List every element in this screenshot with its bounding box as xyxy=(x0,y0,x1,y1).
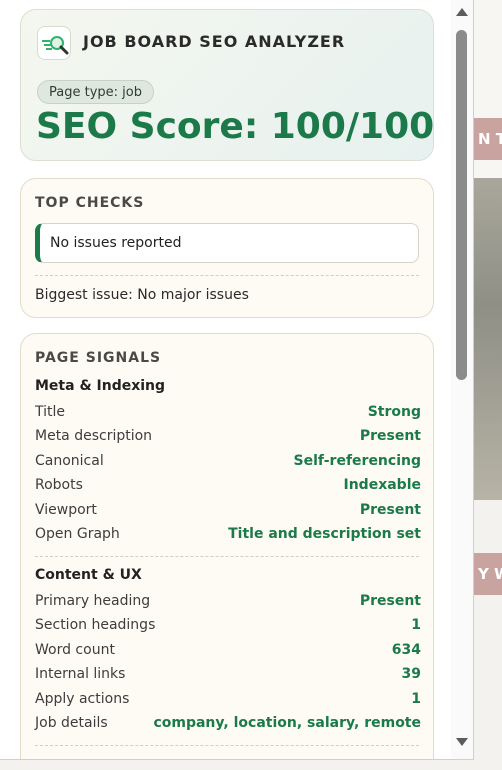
signal-value: company, location, salary, remote xyxy=(153,715,421,731)
signal-value: 634 xyxy=(391,642,421,658)
signal-label: Primary heading xyxy=(35,593,151,609)
signal-label: Title xyxy=(35,404,66,420)
page-type-badge: Page type: job xyxy=(37,80,154,104)
signal-value: Present xyxy=(359,428,421,444)
signal-row-open-graph: Open Graph Title and description set xyxy=(35,526,421,546)
signal-label: Viewport xyxy=(35,502,97,518)
signal-row-section-headings: Section headings 1 xyxy=(35,617,421,637)
top-checks-card: TOP CHECKS No issues reported Biggest is… xyxy=(20,178,434,318)
scroll-down-arrow-icon[interactable] xyxy=(456,738,468,746)
signal-value: Self-referencing xyxy=(293,453,421,469)
vertical-scrollbar[interactable] xyxy=(451,0,473,759)
divider xyxy=(35,275,419,276)
page-signals-title: PAGE SIGNALS xyxy=(35,350,162,366)
app-title: JOB BOARD SEO ANALYZER xyxy=(83,32,346,51)
popup-scroll-area[interactable]: JOB BOARD SEO ANALYZER Page type: job SE… xyxy=(0,0,450,759)
top-checks-title: TOP CHECKS xyxy=(35,195,145,211)
background-banner-top: N T xyxy=(474,118,502,160)
signal-label: Canonical xyxy=(35,453,104,469)
signal-row-apply-actions: Apply actions 1 xyxy=(35,691,421,711)
scrollbar-thumb[interactable] xyxy=(456,30,467,380)
signal-value: 1 xyxy=(411,617,421,633)
group-title-meta-indexing: Meta & Indexing xyxy=(35,378,166,394)
signal-value: Indexable xyxy=(343,477,422,493)
background-banner-bottom: Y W xyxy=(474,553,502,595)
signal-row-robots: Robots Indexable xyxy=(35,477,421,497)
signal-row-viewport: Viewport Present xyxy=(35,502,421,522)
signal-label: Internal links xyxy=(35,666,126,682)
signal-row-internal-links: Internal links 39 xyxy=(35,666,421,686)
signal-label: Word count xyxy=(35,642,115,658)
signal-row-meta-description: Meta description Present xyxy=(35,428,421,448)
signal-label: Job details xyxy=(35,715,108,731)
signal-value: Present xyxy=(359,593,421,609)
signal-row-job-details: Job details company, location, salary, r… xyxy=(35,715,421,735)
biggest-issue: Biggest issue: No major issues xyxy=(35,287,249,303)
signal-value: Strong xyxy=(367,404,421,420)
divider xyxy=(35,745,419,746)
divider xyxy=(35,556,419,557)
signal-row-title: Title Strong xyxy=(35,404,421,424)
background-photo xyxy=(474,178,502,500)
signal-label: Section headings xyxy=(35,617,156,633)
signal-label: Robots xyxy=(35,477,83,493)
signal-label: Apply actions xyxy=(35,691,130,707)
group-title-content-ux: Content & UX xyxy=(35,567,142,583)
signal-label: Meta description xyxy=(35,428,153,444)
header-card: JOB BOARD SEO ANALYZER Page type: job SE… xyxy=(20,9,434,161)
signal-value: 39 xyxy=(401,666,421,682)
signal-label: Open Graph xyxy=(35,526,120,542)
extension-popup: JOB BOARD SEO ANALYZER Page type: job SE… xyxy=(0,0,474,760)
signal-row-primary-heading: Primary heading Present xyxy=(35,593,421,613)
signal-row-canonical: Canonical Self-referencing xyxy=(35,453,421,473)
seo-score: SEO Score: 100/100 xyxy=(36,106,435,147)
signal-row-word-count: Word count 634 xyxy=(35,642,421,662)
issue-item: No issues reported xyxy=(35,223,419,263)
signal-value: 1 xyxy=(411,691,421,707)
page-signals-card: PAGE SIGNALS Meta & Indexing Title Stron… xyxy=(20,333,434,759)
signal-value: Present xyxy=(359,502,421,518)
signal-value: Title and description set xyxy=(228,526,421,542)
scroll-up-arrow-icon[interactable] xyxy=(456,8,468,16)
magnifier-speed-icon xyxy=(37,26,71,60)
